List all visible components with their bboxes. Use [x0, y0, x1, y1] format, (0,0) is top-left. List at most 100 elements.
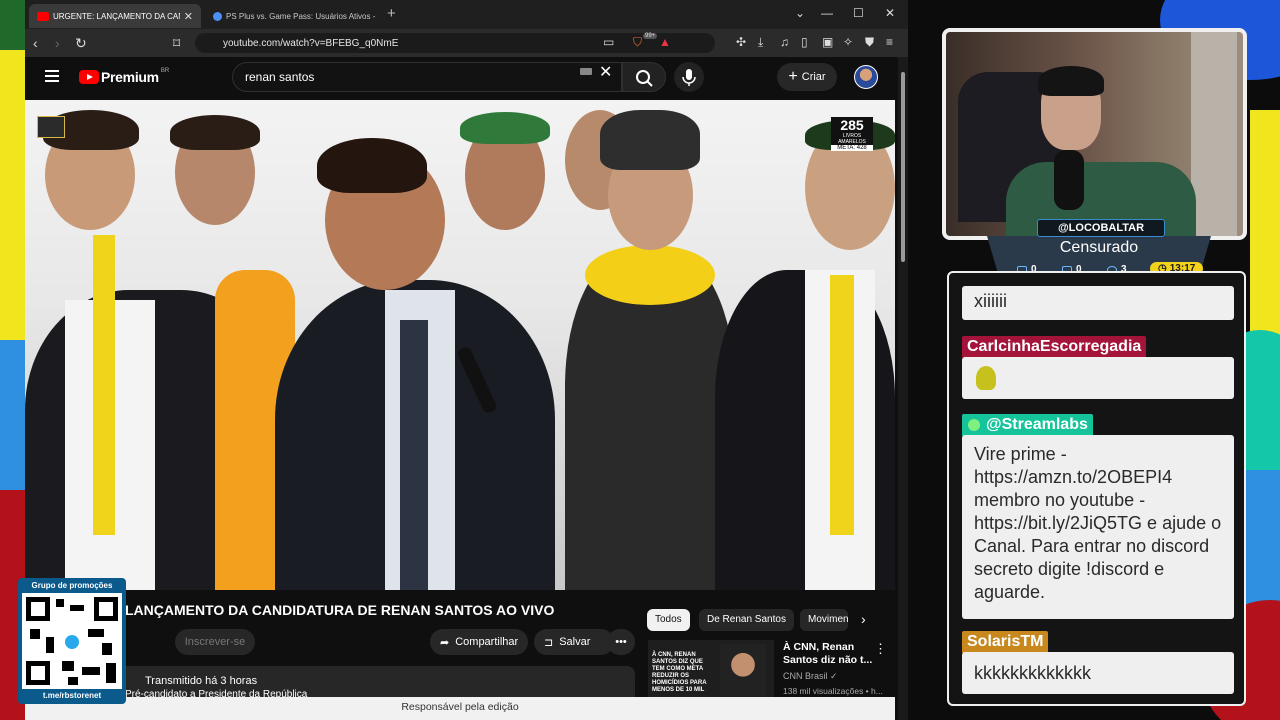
bookmark-icon[interactable]: ⌑	[173, 35, 180, 52]
backdrop-stripe-yellow	[0, 50, 28, 340]
brave-shield-icon[interactable]: ⛉	[633, 35, 642, 50]
tab-youtube[interactable]: URGENTE: LANÇAMENTO DA CAND ✕	[29, 4, 201, 28]
qr-title: Grupo de promoções	[31, 581, 113, 590]
vpn-icon[interactable]: ⛊	[865, 35, 874, 50]
chat-message-text	[962, 357, 1234, 399]
hamburger-menu-icon[interactable]	[45, 70, 59, 82]
region-label: BR	[160, 68, 170, 74]
counter-value: 285	[840, 117, 864, 133]
shield-badge: 99+	[643, 33, 658, 39]
thumbnail-caption: À CNN, RENAN SANTOS DIZ QUE TEM COMO MET…	[652, 652, 707, 693]
chat-message-text: Vire prime - https://amzn.to/2OBEPI4 mem…	[962, 435, 1234, 619]
chat-username: @Streamlabs	[962, 414, 1093, 436]
counter-label: LIVROS AMARELOS	[838, 133, 866, 145]
chevron-right-icon[interactable]: ›	[861, 611, 866, 627]
minimize-icon[interactable]: —	[821, 6, 833, 20]
browser-window: URGENTE: LANÇAMENTO DA CAND ✕ PS Plus vs…	[25, 0, 908, 720]
share-icon: ➦	[440, 636, 450, 649]
share-button[interactable]: ➦ Compartilhar	[430, 629, 528, 655]
extensions-icon[interactable]: ✣	[736, 35, 746, 49]
backdrop-stripe-blue	[0, 340, 28, 490]
save-label: Salvar	[559, 636, 591, 648]
bookmark-icon: ⊐	[544, 636, 554, 649]
channel-watermark-logo	[37, 116, 65, 138]
create-button[interactable]: + Criar	[777, 63, 837, 91]
keyboard-icon[interactable]	[580, 68, 592, 75]
wallet-icon[interactable]: ▣	[822, 35, 833, 49]
book-counter-overlay: 285 LIVROS AMARELOS META: 428	[831, 117, 873, 151]
streamer-handle: @LOCOBALTAR	[1037, 219, 1165, 237]
chip-all[interactable]: Todos	[647, 609, 690, 631]
clear-search-icon[interactable]: ✕	[599, 62, 612, 82]
search-button[interactable]	[622, 62, 666, 92]
verified-icon: ✓	[830, 671, 838, 681]
tab-search-icon[interactable]: ⌄	[795, 6, 805, 20]
qr-code	[22, 593, 122, 689]
recommendation-thumbnail[interactable]: À CNN, RENAN SANTOS DIZ QUE TEM COMO MET…	[648, 640, 774, 697]
leo-ai-icon[interactable]: ✧	[843, 35, 853, 49]
music-icon[interactable]: ♫	[780, 35, 789, 49]
counter-goal: META: 428	[831, 145, 873, 151]
create-label: Criar	[801, 71, 826, 83]
description-meta: Transmitido há 3 horas	[145, 675, 258, 687]
editor-credit-bar: Responsável pela edição	[25, 697, 895, 720]
microphone-icon	[682, 69, 696, 86]
cast-icon[interactable]: ▭	[603, 35, 614, 49]
forward-icon[interactable]: ›	[55, 35, 60, 51]
chip-movements[interactable]: Movimentos	[800, 609, 848, 631]
new-tab-icon[interactable]: +	[387, 5, 396, 22]
thumbnail-face	[720, 644, 766, 696]
brave-rewards-icon[interactable]: ▲	[659, 35, 671, 49]
save-button[interactable]: ⊐ Salvar	[534, 629, 614, 655]
chip-from-renan[interactable]: De Renan Santos	[699, 609, 794, 631]
plus-icon: +	[788, 68, 798, 85]
close-window-icon[interactable]: ✕	[885, 6, 895, 20]
streamlabs-icon	[968, 419, 980, 431]
tab-title: URGENTE: LANÇAMENTO DA CAND	[53, 11, 180, 21]
more-actions-button[interactable]: •••	[607, 629, 635, 655]
tab-bar: URGENTE: LANÇAMENTO DA CAND ✕ PS Plus vs…	[25, 0, 908, 29]
streamer-camera	[946, 32, 1243, 236]
search-input[interactable]: renan santos	[232, 62, 622, 92]
chat-username: CarlcinhaEscorregadia	[962, 336, 1147, 358]
menu-icon[interactable]: ≡	[886, 35, 893, 49]
video-player[interactable]: 285 LIVROS AMARELOS META: 428	[25, 100, 895, 590]
recommendation-channel: CNN Brasil ✓	[783, 671, 838, 681]
sidebar-icon[interactable]: ▯	[801, 35, 808, 49]
youtube-header: Premium BR renan santos ✕ + Criar	[25, 57, 898, 100]
qr-link: t.me/rbstorenet	[42, 691, 102, 700]
stream-status: Censurado	[1059, 239, 1139, 256]
telegram-icon	[63, 633, 81, 651]
emote-icon	[976, 366, 996, 390]
reload-icon[interactable]: ↻	[75, 35, 87, 52]
subscribe-button[interactable]: Inscrever-se	[175, 629, 255, 655]
close-tab-icon[interactable]: ✕	[184, 10, 193, 23]
kebab-menu-icon[interactable]: ⋮	[874, 641, 887, 657]
page-scrollbar[interactable]	[898, 57, 908, 720]
account-avatar[interactable]	[854, 65, 878, 89]
chat-message-text: xiiiiii	[962, 286, 1234, 320]
qr-promo-panel: Grupo de promoções t.me/rbstorenet	[18, 578, 126, 704]
tab-google[interactable]: PS Plus vs. Game Pass: Usuários Ativos -…	[205, 4, 385, 28]
backdrop-stripe-green	[0, 0, 28, 50]
tab-title: PS Plus vs. Game Pass: Usuários Ativos -…	[226, 11, 377, 21]
youtube-favicon-icon	[37, 11, 49, 21]
url-text: youtube.com/watch?v=BFEBG_q0NmE	[223, 37, 399, 49]
download-icon[interactable]: ⤓	[758, 35, 763, 50]
youtube-logo[interactable]: Premium BR	[79, 68, 170, 85]
recommendation-meta: 138 mil visualizações • h...	[783, 686, 883, 696]
share-label: Compartilhar	[455, 636, 519, 648]
recommendation-title[interactable]: À CNN, Renan Santos diz não t...	[783, 641, 873, 667]
chat-username: SolarisTM	[962, 631, 1049, 653]
maximize-icon[interactable]: ☐	[853, 6, 864, 20]
chat-panel: xiiiiii CarlcinhaEscorregadia @Streamlab…	[947, 271, 1246, 706]
chat-message-text: kkkkkkkkkkkkk	[962, 652, 1234, 694]
address-bar: ‹ › ↻ ⌑ youtube.com/watch?v=BFEBG_q0NmE …	[25, 29, 908, 57]
back-icon[interactable]: ‹	[33, 35, 38, 51]
more-icon: •••	[615, 636, 627, 648]
voice-search-button[interactable]	[674, 62, 704, 92]
logo-text: Premium	[101, 69, 159, 85]
streamer-camera-frame	[942, 28, 1247, 240]
gemini-favicon-icon	[213, 11, 222, 21]
search-icon	[636, 70, 653, 87]
